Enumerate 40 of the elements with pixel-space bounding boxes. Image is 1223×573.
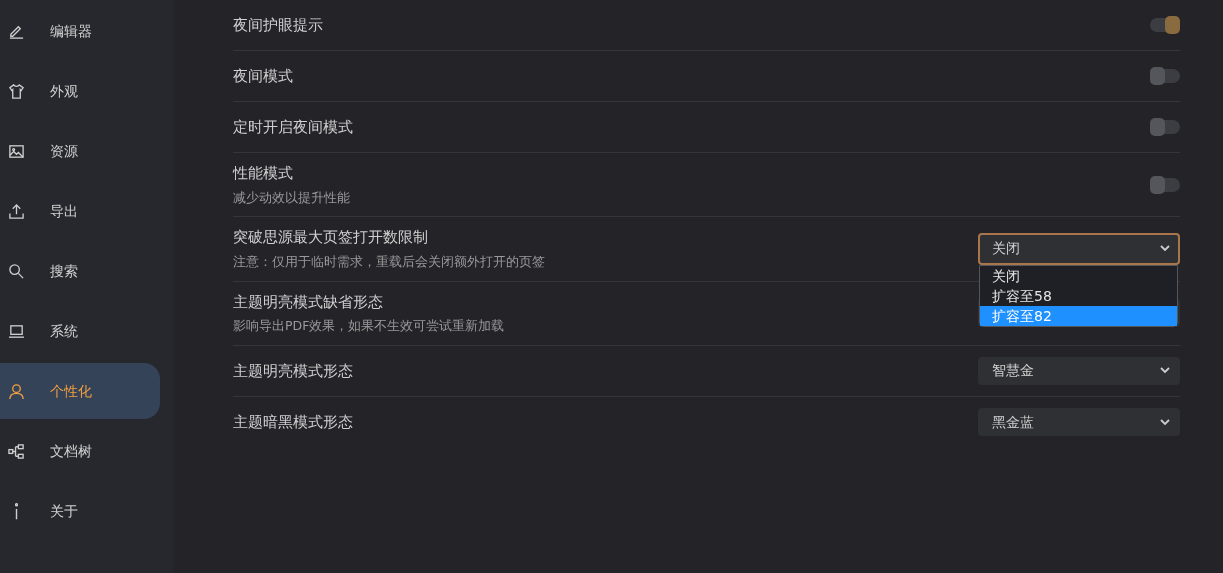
sidebar-item[interactable]: 编辑器 — [0, 3, 160, 59]
select-dropdown[interactable]: 关闭 — [978, 232, 1180, 265]
toggle-switch[interactable] — [1150, 177, 1180, 192]
sidebar-item[interactable]: 系统 — [0, 303, 160, 359]
setting-title: 定时开启夜间模式 — [233, 116, 353, 138]
sidebar-item[interactable]: 搜索 — [0, 243, 160, 299]
person-icon — [8, 382, 25, 400]
setting-description: 减少动效以提升性能 — [233, 188, 350, 207]
tree-icon — [8, 442, 25, 460]
toggle-switch[interactable] — [1150, 120, 1180, 134]
setting-description: 影响导出PDF效果，如果不生效可尝试重新加载 — [233, 317, 505, 335]
setting-title: 主题明亮模式形态 — [233, 360, 353, 382]
dropdown-option[interactable]: 扩容至58 — [980, 285, 1177, 306]
chevron-icon — [1160, 418, 1170, 426]
toggle-switch[interactable] — [1150, 18, 1180, 32]
sidebar-item[interactable]: 外观 — [0, 63, 160, 119]
dropdown-option[interactable]: 关闭 — [980, 265, 1177, 286]
chevron-icon — [1160, 367, 1170, 375]
sidebar-item[interactable]: 关于 — [0, 483, 160, 539]
sidebar-item[interactable]: 个性化 — [0, 363, 160, 419]
select-dropdown[interactable]: 黑金蓝 — [978, 408, 1180, 437]
setting-title: 夜间模式 — [233, 65, 293, 87]
image-icon — [8, 142, 25, 160]
upload-icon — [8, 202, 25, 220]
sidebar-item[interactable]: 导出 — [0, 183, 160, 239]
setting-title: 突破思源最大页签打开数限制 — [233, 227, 429, 249]
chevron-icon — [1160, 245, 1170, 253]
toggle-switch[interactable] — [1150, 69, 1180, 83]
search-icon — [8, 262, 25, 280]
sidebar-item[interactable]: 文档树 — [0, 423, 160, 479]
setting-title: 夜间护眼提示 — [233, 14, 323, 36]
setting-title: 性能模式 — [233, 163, 294, 184]
shirt-icon — [8, 82, 25, 100]
select-dropdown[interactable]: 智慧金 — [978, 356, 1180, 385]
setting-title: 主题明亮模式缺省形态 — [233, 291, 384, 313]
info-icon — [15, 502, 18, 520]
setting-description: 注意：仅用于临时需求，重载后会关闭额外打开的页签 — [233, 252, 545, 271]
setting-title: 主题暗黑模式形态 — [233, 412, 353, 433]
sidebar-item[interactable]: 资源 — [0, 123, 160, 179]
laptop-icon — [8, 322, 25, 340]
